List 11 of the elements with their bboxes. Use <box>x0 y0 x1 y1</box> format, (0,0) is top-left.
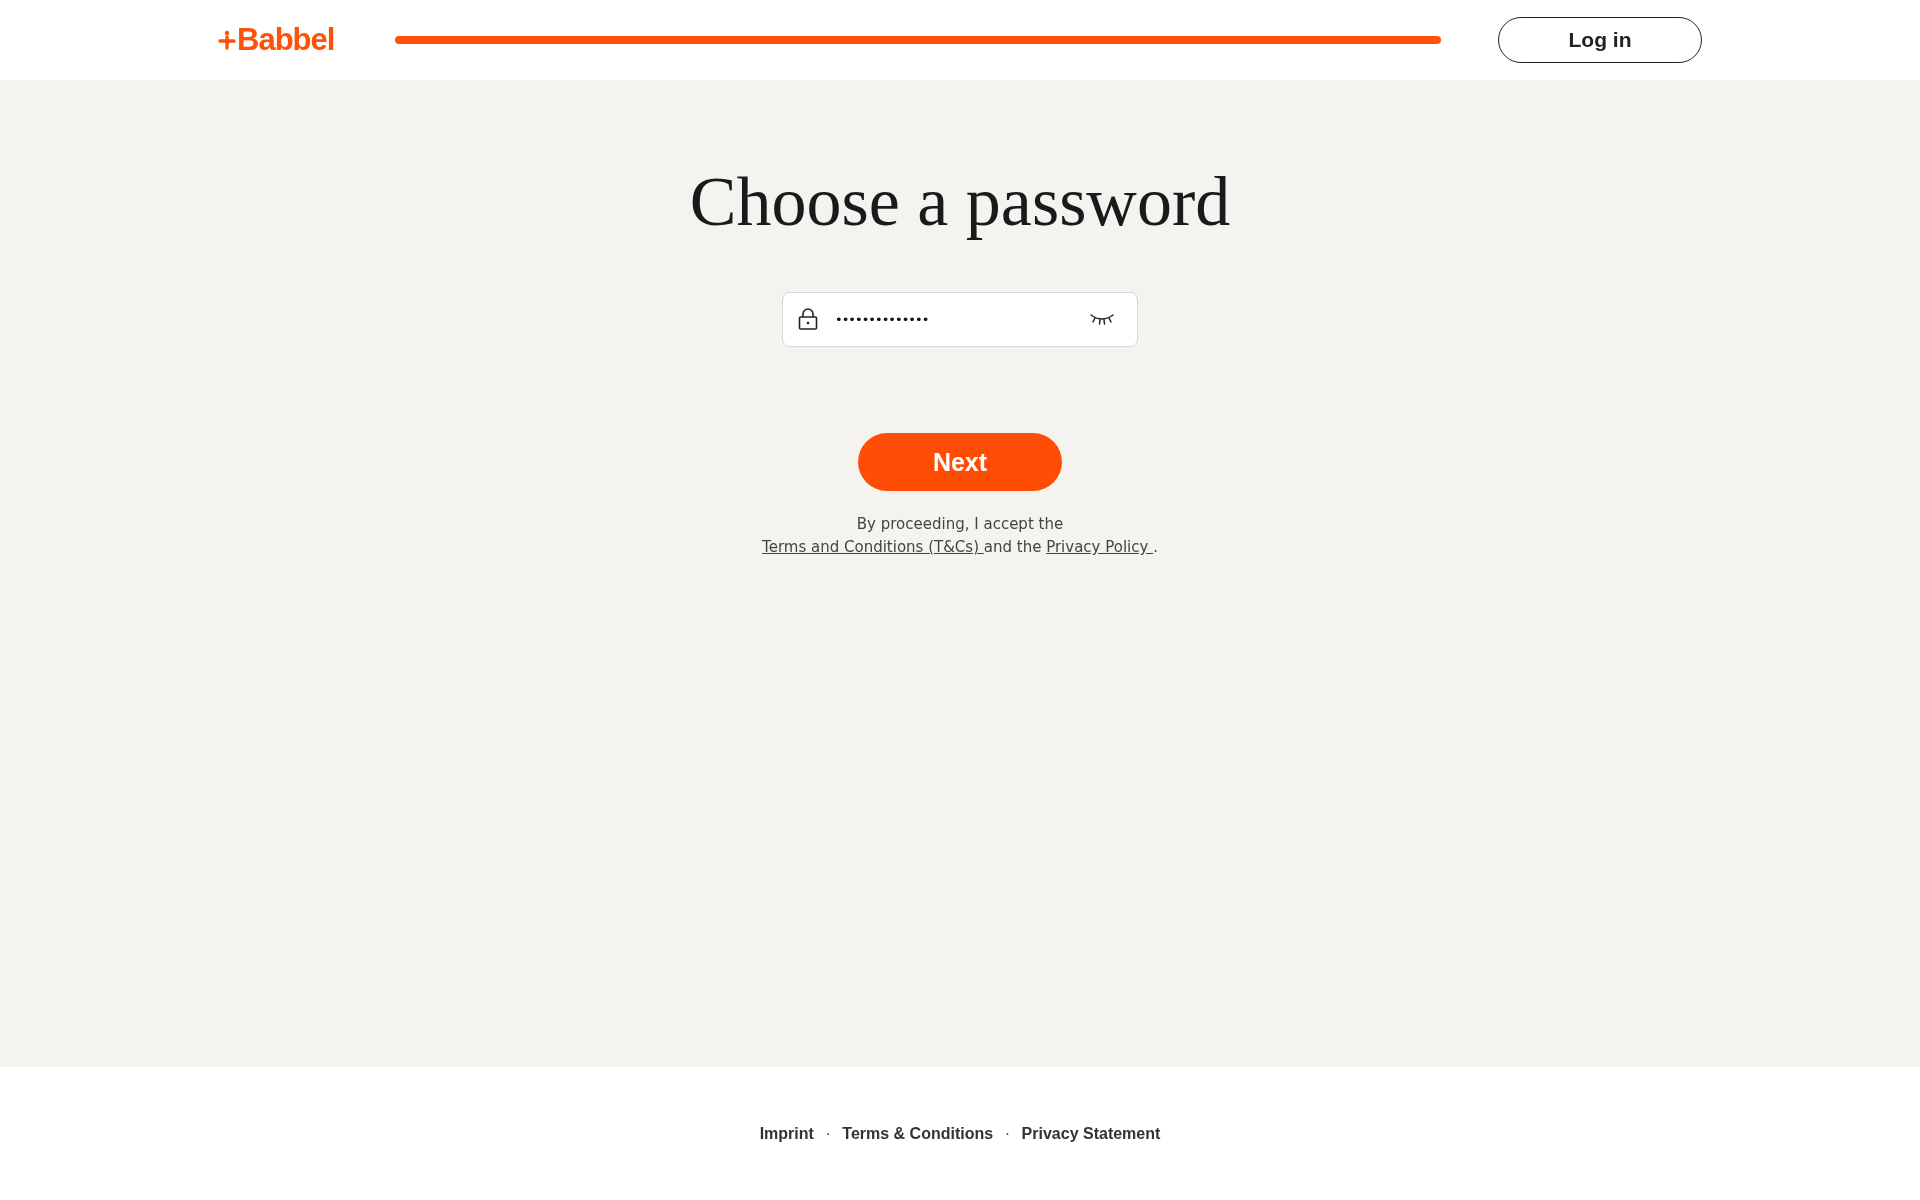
footer-link[interactable]: Terms & Conditions <box>842 1124 994 1143</box>
footer-link[interactable]: Imprint <box>759 1124 814 1143</box>
password-field[interactable]: •••••••••••••• <box>782 292 1138 347</box>
footer-link[interactable]: Privacy Statement <box>1021 1124 1161 1143</box>
separator-dot: · <box>1005 1125 1010 1142</box>
login-button[interactable]: Log in <box>1498 17 1702 63</box>
consent-link[interactable]: Terms and Conditions (T&Cs) <box>762 538 984 556</box>
page-title: Choose a password <box>689 162 1231 242</box>
consent-text: By proceeding, I accept the Terms and Conditions (T&Cs) and the Privacy Policy . <box>761 514 1159 558</box>
consent-link[interactable]: Privacy Policy <box>1046 538 1154 556</box>
separator-dot: · <box>825 1125 831 1142</box>
